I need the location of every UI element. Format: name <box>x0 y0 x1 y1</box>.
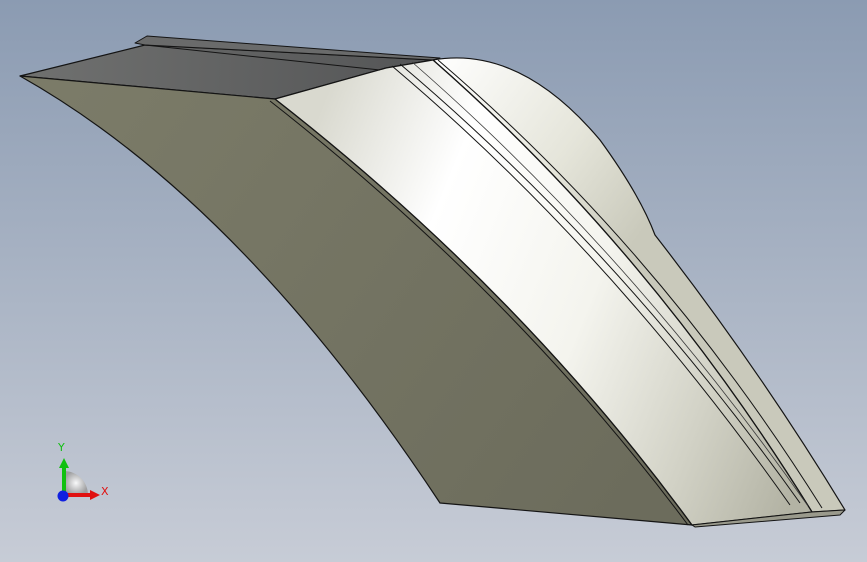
orientation-triad[interactable]: Y X <box>40 438 120 518</box>
model-scene[interactable] <box>0 0 867 562</box>
3d-viewport[interactable]: Y X <box>0 0 867 562</box>
triad-graphic <box>57 458 100 502</box>
triad-y-arrow <box>59 458 69 468</box>
triad-x-arrow <box>90 490 100 500</box>
triad-y-label: Y <box>58 441 65 454</box>
triad-x-label: X <box>101 485 109 498</box>
triad-rotation-disc <box>64 471 88 495</box>
triad-z-axis <box>57 490 69 502</box>
